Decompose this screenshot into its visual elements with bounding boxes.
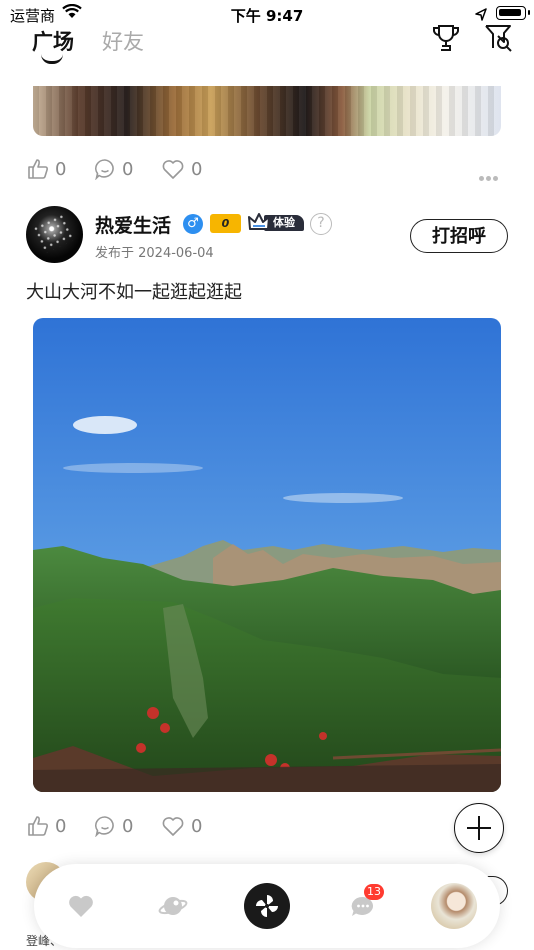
comment-button[interactable]: 0: [94, 158, 133, 180]
previous-post-actions: 0 0 0: [27, 158, 507, 184]
profile-avatar[interactable]: [431, 883, 477, 929]
like-button[interactable]: 0: [27, 158, 66, 180]
favorite-count: 0: [191, 158, 203, 180]
bottom-tab-bar: 13: [34, 864, 500, 948]
tab-square[interactable]: 广场: [32, 26, 74, 56]
experience-badge: 体验: [248, 212, 304, 233]
comment-count: 0: [122, 158, 134, 180]
top-nav: 广场 好友: [0, 22, 534, 72]
thumbs-up-icon: [28, 159, 48, 179]
crown-icon: [248, 213, 270, 230]
comment-icon: [95, 816, 114, 837]
favorite-button[interactable]: 0: [161, 815, 202, 837]
post-photo[interactable]: [33, 318, 501, 792]
message-count-badge: 13: [364, 884, 384, 900]
like-count: 0: [55, 815, 67, 837]
planet-icon[interactable]: [156, 864, 190, 948]
heart-outline-icon: [162, 817, 184, 836]
trophy-icon[interactable]: [430, 22, 462, 58]
tab-friends[interactable]: 好友: [102, 26, 144, 56]
help-icon[interactable]: ?: [310, 213, 332, 235]
comment-icon: [95, 159, 114, 180]
like-button[interactable]: 0: [27, 815, 66, 837]
user-avatar[interactable]: [26, 206, 83, 263]
level-badge: 0: [210, 214, 241, 233]
heart-outline-icon: [162, 160, 184, 179]
male-gender-icon: ♂: [183, 214, 203, 234]
experience-badge-label: 体验: [264, 215, 304, 231]
pinwheel-button[interactable]: [244, 883, 290, 929]
post-date: 发布于 2024-06-04: [95, 246, 214, 261]
heart-icon[interactable]: [64, 864, 98, 948]
post-header: 热爱生活 ♂ 0 体验 ? 发布于 2024-06-04 打招呼: [26, 206, 510, 266]
active-tab-indicator: [41, 54, 63, 64]
favorite-count: 0: [191, 815, 203, 837]
like-count: 0: [55, 158, 67, 180]
post-text: 大山大河不如一起逛起逛起: [26, 282, 242, 303]
comment-button[interactable]: 0: [94, 815, 133, 837]
post-actions: 0 0 0: [27, 815, 507, 841]
create-post-button[interactable]: [454, 803, 504, 853]
thumbs-up-icon: [28, 816, 48, 836]
greet-button[interactable]: 打招呼: [410, 219, 508, 253]
battery-icon: [496, 6, 530, 20]
comment-count: 0: [122, 815, 134, 837]
username[interactable]: 热爱生活: [95, 211, 171, 238]
more-options-icon[interactable]: [479, 166, 500, 185]
pinwheel-icon: [256, 895, 278, 917]
previous-post-image[interactable]: [33, 86, 501, 136]
flag-search-icon[interactable]: [483, 22, 515, 58]
favorite-button[interactable]: 0: [161, 158, 202, 180]
chat-icon[interactable]: [346, 864, 380, 948]
